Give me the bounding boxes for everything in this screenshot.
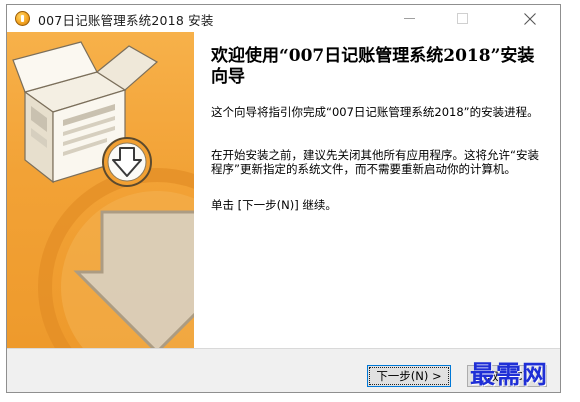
maximize-button[interactable] [439, 5, 485, 32]
minimize-button[interactable] [386, 5, 432, 32]
close-icon [524, 12, 536, 25]
app-installer-icon [15, 11, 30, 26]
close-button[interactable] [507, 5, 553, 32]
minimize-icon [403, 18, 415, 19]
wizard-content: 欢迎使用“007日记账管理系统2018”安装向导 这个向导将指引你完成“007日… [194, 32, 560, 348]
install-box-illustration [12, 41, 194, 348]
maximize-icon [456, 13, 468, 24]
continue-instruction: 单击 [下一步(N)] 继续。 [211, 198, 337, 212]
window-title: 007日记账管理系统2018 安装 [38, 13, 214, 28]
close-apps-paragraph: 在开始安装之前，建议先关闭其他所有应用程序。这将允许“安装程序”更新指定的系统文… [211, 148, 539, 176]
next-button[interactable]: 下一步(N) > [367, 365, 451, 387]
site-watermark: 最需网 [470, 360, 549, 389]
intro-paragraph: 这个向导将指引你完成“007日记账管理系统2018”的安装进程。 [211, 105, 539, 119]
next-button-label: 下一步(N) > [369, 367, 449, 385]
installer-window: 007日记账管理系统2018 安装 欢迎使用“007日记账管理系统2018”安装… [6, 4, 561, 393]
welcome-heading: 欢迎使用“007日记账管理系统2018”安装向导 [211, 46, 535, 87]
wizard-sidebar-banner [7, 32, 194, 348]
title-bar[interactable]: 007日记账管理系统2018 安装 [7, 5, 560, 32]
